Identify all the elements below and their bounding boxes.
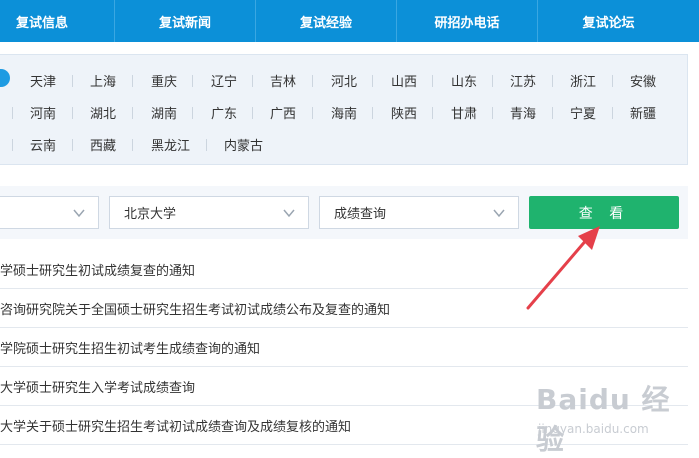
province-shanxi[interactable]: 山西 — [391, 71, 417, 90]
province-yunnan[interactable]: 云南 — [30, 135, 56, 154]
nav-item-retest-forum[interactable]: 复试论坛 — [538, 0, 679, 42]
province-hubei[interactable]: 湖北 — [90, 103, 116, 122]
divider — [12, 139, 13, 151]
divider — [192, 75, 193, 87]
divider — [372, 107, 373, 119]
divider — [252, 107, 253, 119]
province-liaoning[interactable]: 辽宁 — [211, 71, 237, 90]
divider — [132, 75, 133, 87]
province-guangdong[interactable]: 广东 — [211, 103, 237, 122]
province-zhejiang[interactable]: 浙江 — [570, 71, 596, 90]
province-shanghai[interactable]: 上海 — [90, 71, 116, 90]
province-henan[interactable]: 河南 — [30, 103, 56, 122]
watermark-brand: Baidu 经验 — [536, 383, 671, 456]
province-tianjin[interactable]: 天津 — [30, 71, 56, 90]
province-hainan[interactable]: 海南 — [331, 103, 357, 122]
type-select-value: 成绩查询 — [334, 207, 387, 222]
nav-item-admission-phone[interactable]: 研招办电话 — [397, 0, 538, 42]
province-xizang[interactable]: 西藏 — [90, 135, 116, 154]
province-panel: 天津 上海 重庆 辽宁 吉林 河北 山西 山东 江苏 浙江 安徽 河南 湖北 湖… — [0, 54, 688, 165]
province-hebei[interactable]: 河北 — [331, 71, 357, 90]
nav-item-retest-info[interactable]: 复试信息 — [0, 0, 115, 42]
divider — [492, 107, 493, 119]
divider — [432, 75, 433, 87]
watermark-url: jingyan.baidu.com — [538, 422, 649, 436]
chevron-down-icon — [73, 209, 85, 218]
nav-item-retest-news[interactable]: 复试新闻 — [115, 0, 256, 42]
province-xinjiang[interactable]: 新疆 — [630, 103, 656, 122]
school-select-value: 北京大学 — [124, 207, 177, 222]
type-select[interactable]: 成绩查询 — [319, 196, 519, 229]
province-gansu[interactable]: 甘肃 — [451, 103, 477, 122]
divider — [72, 107, 73, 119]
region-select[interactable] — [0, 196, 99, 229]
province-guangxi[interactable]: 广西 — [270, 103, 296, 122]
province-heilongjiang[interactable]: 黑龙江 — [151, 135, 190, 154]
divider — [372, 75, 373, 87]
divider — [312, 107, 313, 119]
province-anhui[interactable]: 安徽 — [630, 71, 656, 90]
divider — [552, 107, 553, 119]
divider — [132, 107, 133, 119]
chevron-down-icon — [283, 209, 295, 218]
chevron-down-icon — [493, 209, 505, 218]
province-ningxia[interactable]: 宁夏 — [570, 103, 596, 122]
divider — [492, 75, 493, 87]
divider — [72, 75, 73, 87]
province-jiangsu[interactable]: 江苏 — [510, 71, 536, 90]
divider — [206, 139, 207, 151]
province-qinghai[interactable]: 青海 — [510, 103, 536, 122]
divider — [252, 75, 253, 87]
province-hunan[interactable]: 湖南 — [151, 103, 177, 122]
divider — [432, 107, 433, 119]
divider — [612, 75, 613, 87]
divider — [72, 139, 73, 151]
divider — [192, 107, 193, 119]
divider — [312, 75, 313, 87]
list-item[interactable]: 学院硕士研究生招生初试考生成绩查询的通知 — [0, 328, 688, 367]
province-shaanxi[interactable]: 陕西 — [391, 103, 417, 122]
divider — [612, 107, 613, 119]
nav-item-retest-experience[interactable]: 复试经验 — [256, 0, 397, 42]
divider — [12, 107, 13, 119]
divider — [132, 139, 133, 151]
province-jilin[interactable]: 吉林 — [270, 71, 296, 90]
red-arrow-annotation — [526, 226, 600, 310]
province-neimenggu[interactable]: 内蒙古 — [224, 135, 263, 154]
selected-province-marker[interactable] — [0, 69, 10, 87]
top-nav: 复试信息 复试新闻 复试经验 研招办电话 复试论坛 — [0, 0, 699, 42]
province-shandong[interactable]: 山东 — [451, 71, 477, 90]
province-chongqing[interactable]: 重庆 — [151, 71, 177, 90]
baidu-watermark: Baidu 经验 jingyan.baidu.com — [536, 378, 686, 456]
divider — [552, 75, 553, 87]
school-select[interactable]: 北京大学 — [109, 196, 309, 229]
